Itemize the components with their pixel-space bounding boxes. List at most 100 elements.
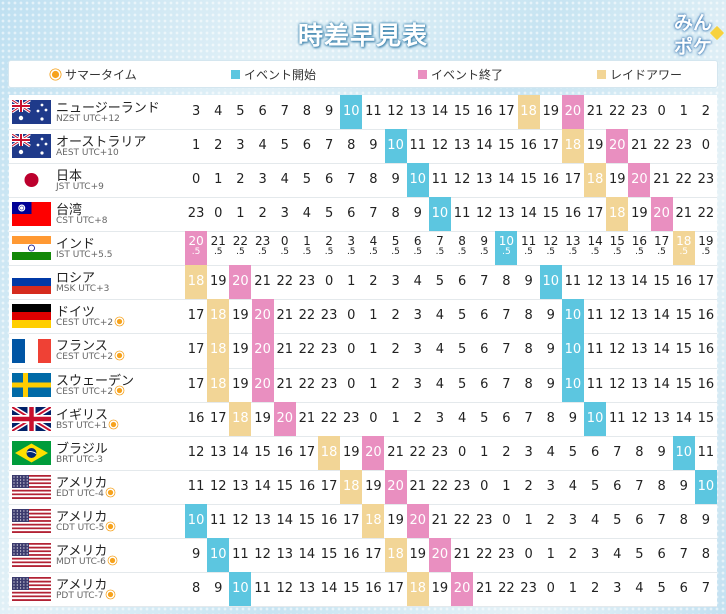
hour-value: 4 — [369, 234, 378, 249]
hour-cell: 10 — [561, 367, 584, 402]
hour-cell: 3 — [413, 376, 422, 392]
hour-cell: 22 — [475, 546, 493, 562]
hour-cell: 15 — [697, 410, 715, 426]
hour-value: 10 — [498, 234, 515, 249]
hour-cell: 8 — [546, 410, 555, 426]
half-hour-marker: .5 — [568, 247, 578, 258]
legend-item-event-end: イベント終了 — [418, 66, 503, 83]
hour-cell: 2 — [590, 580, 600, 596]
hour-cell: 0 — [214, 206, 223, 222]
hour-cell: 10 — [694, 469, 717, 504]
hour-cell: 17 — [498, 104, 515, 119]
hour-cell: 5 — [457, 376, 467, 392]
hour-value: 19 — [698, 234, 714, 249]
hour-cell: 12 — [232, 512, 249, 528]
half-hour-marker: .5 — [191, 247, 201, 258]
hour-cell: 19 — [586, 138, 604, 154]
country-cell: オーストラリア AEST UTC+10 — [9, 129, 185, 163]
hour-cell: 13 — [475, 172, 493, 188]
hour-cell: 22 — [453, 512, 471, 528]
hour-cell: 14 — [653, 308, 670, 324]
hour-cell: 18.5 — [672, 231, 695, 266]
hour-cell: 10 — [185, 503, 208, 538]
hour-cell: 11 — [453, 206, 471, 222]
hour-cell: 4 — [280, 172, 289, 188]
hour-cell: 19 — [209, 274, 227, 290]
hour-cell: 10 — [561, 333, 584, 368]
hour-cell: 22.5 — [229, 231, 251, 265]
hour-cell: 15 — [453, 104, 471, 119]
hour-value: 6 — [413, 234, 422, 249]
timezone-label: MDT UTC-6 — [56, 557, 116, 567]
half-hour-marker: .5 — [524, 247, 533, 258]
hour-cell: 16 — [365, 580, 382, 596]
hour-cell: 0 — [347, 376, 356, 392]
table-row: アメリカ MDT UTC-6 9 10 11 12 13 14 15 16 17 18 19 20 21 22… — [9, 537, 717, 573]
hour-cell: 2 — [502, 444, 511, 460]
hour-cell: 5 — [236, 104, 245, 119]
hour-cell: 11 — [608, 410, 626, 426]
legend-item-summer-time: サマータイム — [51, 66, 137, 83]
hour-cell: 1 — [502, 478, 511, 494]
hour-value: 0 — [280, 234, 289, 249]
hour-cell: 0 — [502, 512, 511, 528]
hour-cell: 6 — [657, 546, 666, 562]
flag-tw-icon — [12, 202, 51, 227]
timezone-text: NZST UTC+12 — [56, 114, 120, 124]
hour-cell: 3 — [191, 104, 201, 119]
hour-cell: 15 — [498, 138, 515, 154]
hour-cell: 3.5 — [340, 231, 362, 265]
table-row: フランス CEST UTC+2 17 18 19 20 21 22 23 0 1 2 3 4 5 6 7 8 9 10… — [9, 333, 717, 369]
hour-cell: 19 — [232, 342, 249, 358]
summer-time-sun-icon — [117, 387, 123, 393]
half-hour-marker: .5 — [391, 247, 400, 258]
hour-cell: 4 — [258, 138, 267, 154]
hour-cell: 4.5 — [362, 231, 384, 265]
hour-cell: 1 — [369, 342, 378, 358]
hour-cell: 11 — [254, 580, 271, 596]
hour-cell: 13 — [631, 376, 648, 392]
hour-cell: 9 — [546, 342, 555, 358]
hour-cell: 14 — [653, 376, 670, 392]
hour-cell: 4 — [435, 308, 445, 324]
hour-cell: 23 — [298, 274, 316, 290]
half-hour-marker: .5 — [546, 247, 556, 258]
timezone-text: BST UTC+1 — [56, 420, 108, 431]
hour-cell: 14 — [431, 104, 449, 119]
half-hour-marker: .5 — [302, 247, 312, 258]
hour-cell: 13 — [453, 138, 471, 154]
hour-cell: 15 — [298, 512, 316, 528]
hour-cell: 9 — [546, 376, 555, 392]
hour-cells: 17 18 19 20 21 22 23 0 1 2 3 4 5 6 7 8 9 10 11 12 13 14 15 16 — [185, 299, 717, 334]
hour-cell: 3 — [590, 546, 600, 562]
hour-cell: 14 — [475, 138, 493, 154]
hour-cell: 17 — [320, 478, 338, 494]
hour-cell: 22 — [697, 206, 715, 222]
hour-cell: 0 — [191, 172, 201, 188]
hour-cell: 0 — [324, 274, 334, 290]
hour-cell: 21 — [631, 138, 648, 154]
hour-cell: 8 — [524, 342, 533, 358]
hour-cell: 0.5 — [274, 231, 296, 265]
hour-cell: 16.5 — [628, 231, 650, 265]
flag-us-icon — [12, 577, 51, 601]
timezone-label: CST UTC+8 — [56, 216, 107, 226]
hour-cell: 21 — [276, 342, 293, 358]
hour-cell: 11 — [365, 104, 382, 119]
table-row: 台湾 CST UTC+8 23 0 1 2 3 4 5 6 7 8 9 10 11 12 13 14 15 16 17 1… — [9, 197, 717, 233]
hour-cell: 18 — [384, 537, 407, 572]
hour-cell: 6 — [457, 274, 467, 290]
hour-cell: 15 — [320, 546, 338, 562]
hour-cells: 3 4 5 6 7 8 9 10 11 12 13 14 15 16 17 18 19 20 21 22 23 0 1 2 — [185, 95, 717, 130]
hour-cell: 21 — [653, 172, 670, 188]
hour-cell: 3 — [568, 512, 578, 528]
hour-cells: 12 13 14 15 16 17 18 19 20 21 22 23 0 1 2 3 4 5 6 7 8 9 10 11 — [185, 435, 717, 470]
hour-cell: 23 — [475, 512, 493, 528]
hour-cell: 11 — [409, 138, 426, 154]
hour-cell: 5 — [457, 308, 467, 324]
table-row: スウェーデン CEST UTC+2 17 18 19 20 21 22 23 0 1 2 3 4 5 6 7 8 9… — [9, 367, 717, 403]
timezone-text: BRT UTC-3 — [56, 454, 103, 465]
flag-au-icon — [12, 100, 51, 125]
country-cell: 日本 JST UTC+9 — [9, 163, 185, 197]
hour-cell: 21.5 — [207, 231, 229, 265]
